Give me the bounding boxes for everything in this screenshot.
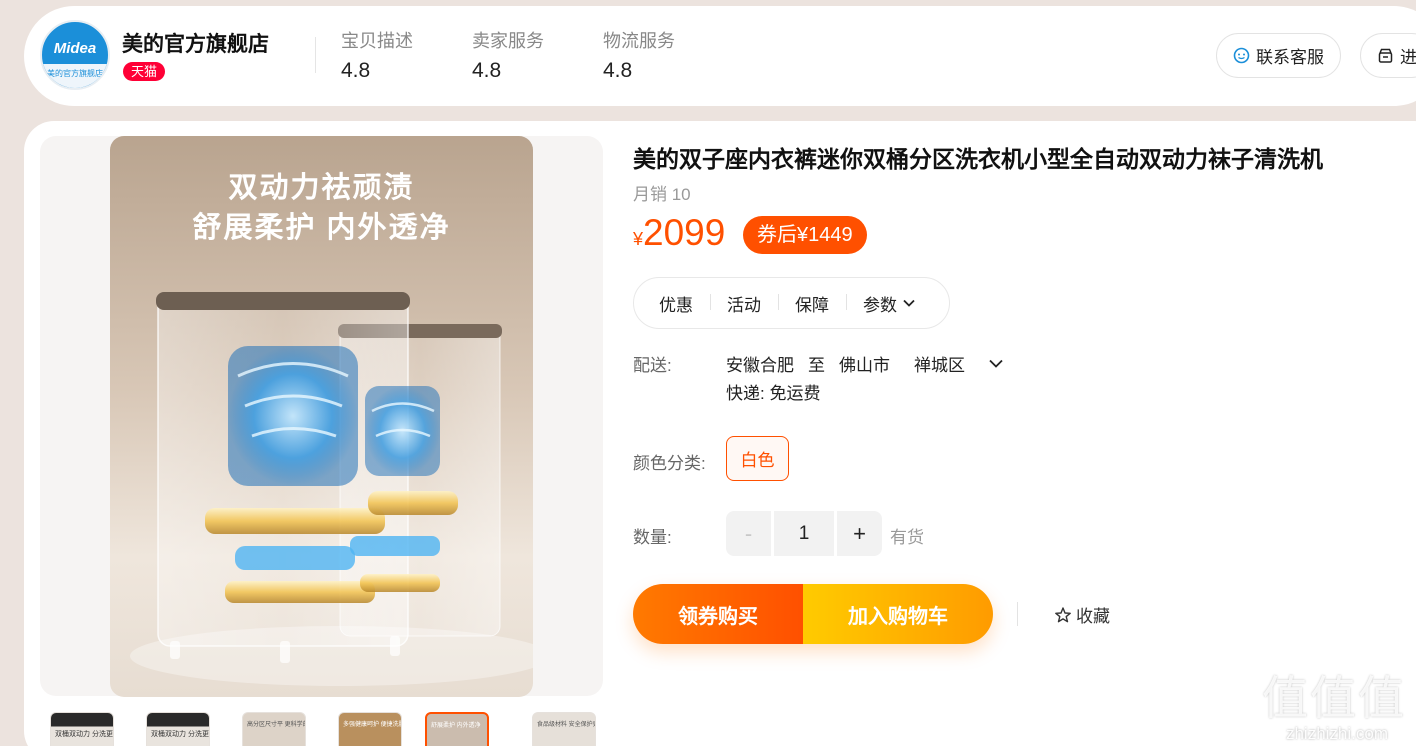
add-to-cart-button[interactable]: 加入购物车 xyxy=(803,584,993,644)
shop-name[interactable]: 美的官方旗舰店 xyxy=(122,28,269,58)
thumbnail-caption: 食品级材料 安全保护更健康 xyxy=(537,722,595,728)
color-label: 颜色分类: xyxy=(633,454,706,473)
quantity-label: 数量: xyxy=(633,528,672,547)
buy-now-button[interactable]: 领券购买 xyxy=(633,584,803,644)
coupon-price-badge[interactable]: 券后¥1449 xyxy=(743,216,867,254)
ship-district: 禅城区 xyxy=(914,356,965,375)
quantity-stepper: - 1 + xyxy=(726,511,882,556)
shipping-method: 快递: 免运费 xyxy=(726,384,821,403)
score-label: 物流服务 xyxy=(603,31,675,51)
price-value: 2099 xyxy=(643,212,726,253)
thumbnail-caption: 双桶双动力 分洗更健康 xyxy=(55,731,113,738)
favorite-label: 收藏 xyxy=(1076,607,1110,626)
logo-wordmark: Midea xyxy=(53,40,97,57)
stock-status: 有货 xyxy=(890,528,924,547)
tab-params[interactable]: 参数 xyxy=(846,291,932,316)
thumbnail[interactable]: 高分区尺寸平 更科学的洗护方式 xyxy=(242,712,306,746)
purchase-buttons: 领券购买 加入购物车 xyxy=(633,584,993,644)
ship-from: 安徽合肥 xyxy=(726,356,794,375)
thumbnail-caption: 多强健康呵护 便捷洗脱一次到位 xyxy=(343,722,401,728)
price: ¥2099 xyxy=(633,212,725,254)
decrease-button[interactable]: - xyxy=(726,511,771,556)
enter-shop-button[interactable]: 进 xyxy=(1360,33,1416,78)
price-currency: ¥ xyxy=(633,229,644,249)
tab-discount[interactable]: 优惠 xyxy=(642,291,710,316)
thumbnail[interactable]: 双桶双动力 分洗更健康 xyxy=(146,712,210,746)
score-value: 4.8 xyxy=(341,59,371,82)
tmall-badge: 天猫 xyxy=(123,62,166,81)
score-label: 卖家服务 xyxy=(472,31,544,51)
ship-to-word: 至 xyxy=(808,356,825,375)
shipping-label: 配送: xyxy=(633,356,672,375)
product-main-image[interactable]: 双动力祛顽渍 舒展柔护 内外透净 xyxy=(110,136,533,697)
product-title: 美的双子座内衣裤迷你双桶分区洗衣机小型全自动双动力袜子清洗机 xyxy=(633,146,1323,172)
thumbnail[interactable]: 多强健康呵护 便捷洗脱一次到位 xyxy=(338,712,402,746)
color-option-white[interactable]: 白色 xyxy=(726,436,789,481)
washing-machine-illustration xyxy=(130,292,533,686)
tab-label: 参数 xyxy=(863,295,897,315)
shop-icon xyxy=(1377,47,1394,64)
chevron-down-icon xyxy=(903,299,915,307)
thumbnail-caption: 双桶双动力 分洗更健康 xyxy=(151,731,209,738)
increase-button[interactable]: + xyxy=(837,511,882,556)
contact-service-button[interactable]: 联系客服 xyxy=(1216,33,1341,78)
score-label: 宝贝描述 xyxy=(341,31,413,51)
star-icon xyxy=(1055,606,1071,622)
favorite-button[interactable]: 收藏 xyxy=(1054,602,1110,627)
thumbnail-caption: 舒展柔护 内外透净 xyxy=(431,723,481,729)
contact-service-label: 联系客服 xyxy=(1256,48,1324,67)
score-value: 4.8 xyxy=(472,59,502,82)
info-tabs: 优惠 活动 保障 参数 xyxy=(633,277,950,329)
logo-subtext: 美的官方旗舰店 xyxy=(42,64,108,88)
tab-label: 保障 xyxy=(795,295,829,315)
shop-logo[interactable]: Midea 美的官方旗舰店 xyxy=(40,20,110,90)
thumbnail-selected[interactable]: 舒展柔护 内外透净 xyxy=(425,712,489,746)
chat-icon xyxy=(1233,47,1250,64)
score-logistics: 物流服务 4.8 xyxy=(603,27,675,83)
quantity-input[interactable]: 1 xyxy=(774,511,834,556)
thumbnail[interactable]: 食品级材料 安全保护更健康 xyxy=(532,712,596,746)
score-description: 宝贝描述 4.8 xyxy=(341,27,413,83)
action-divider xyxy=(1017,602,1018,626)
tab-label: 优惠 xyxy=(659,295,693,315)
enter-shop-label: 进 xyxy=(1400,48,1416,67)
watermark-logo: 值值值 xyxy=(1262,671,1406,725)
site-watermark: 值值值 zhizhizhi.com xyxy=(1262,662,1412,746)
monthly-sales: 月销 10 xyxy=(633,185,691,204)
header-divider xyxy=(315,37,316,73)
tab-guarantee[interactable]: 保障 xyxy=(778,291,846,316)
ship-city: 佛山市 xyxy=(839,356,890,375)
tab-activity[interactable]: 活动 xyxy=(710,291,778,316)
thumbnail-caption: 高分区尺寸平 更科学的洗护方式 xyxy=(247,722,305,728)
shipping-route: 安徽合肥 至 佛山市 禅城区 xyxy=(726,351,1003,376)
chevron-down-icon xyxy=(989,359,1003,368)
thumbnail[interactable]: 双桶双动力 分洗更健康 xyxy=(50,712,114,746)
ship-destination[interactable]: 佛山市 禅城区 xyxy=(839,351,1003,376)
score-value: 4.8 xyxy=(603,59,633,82)
score-seller-service: 卖家服务 4.8 xyxy=(472,27,544,83)
tab-label: 活动 xyxy=(727,295,761,315)
